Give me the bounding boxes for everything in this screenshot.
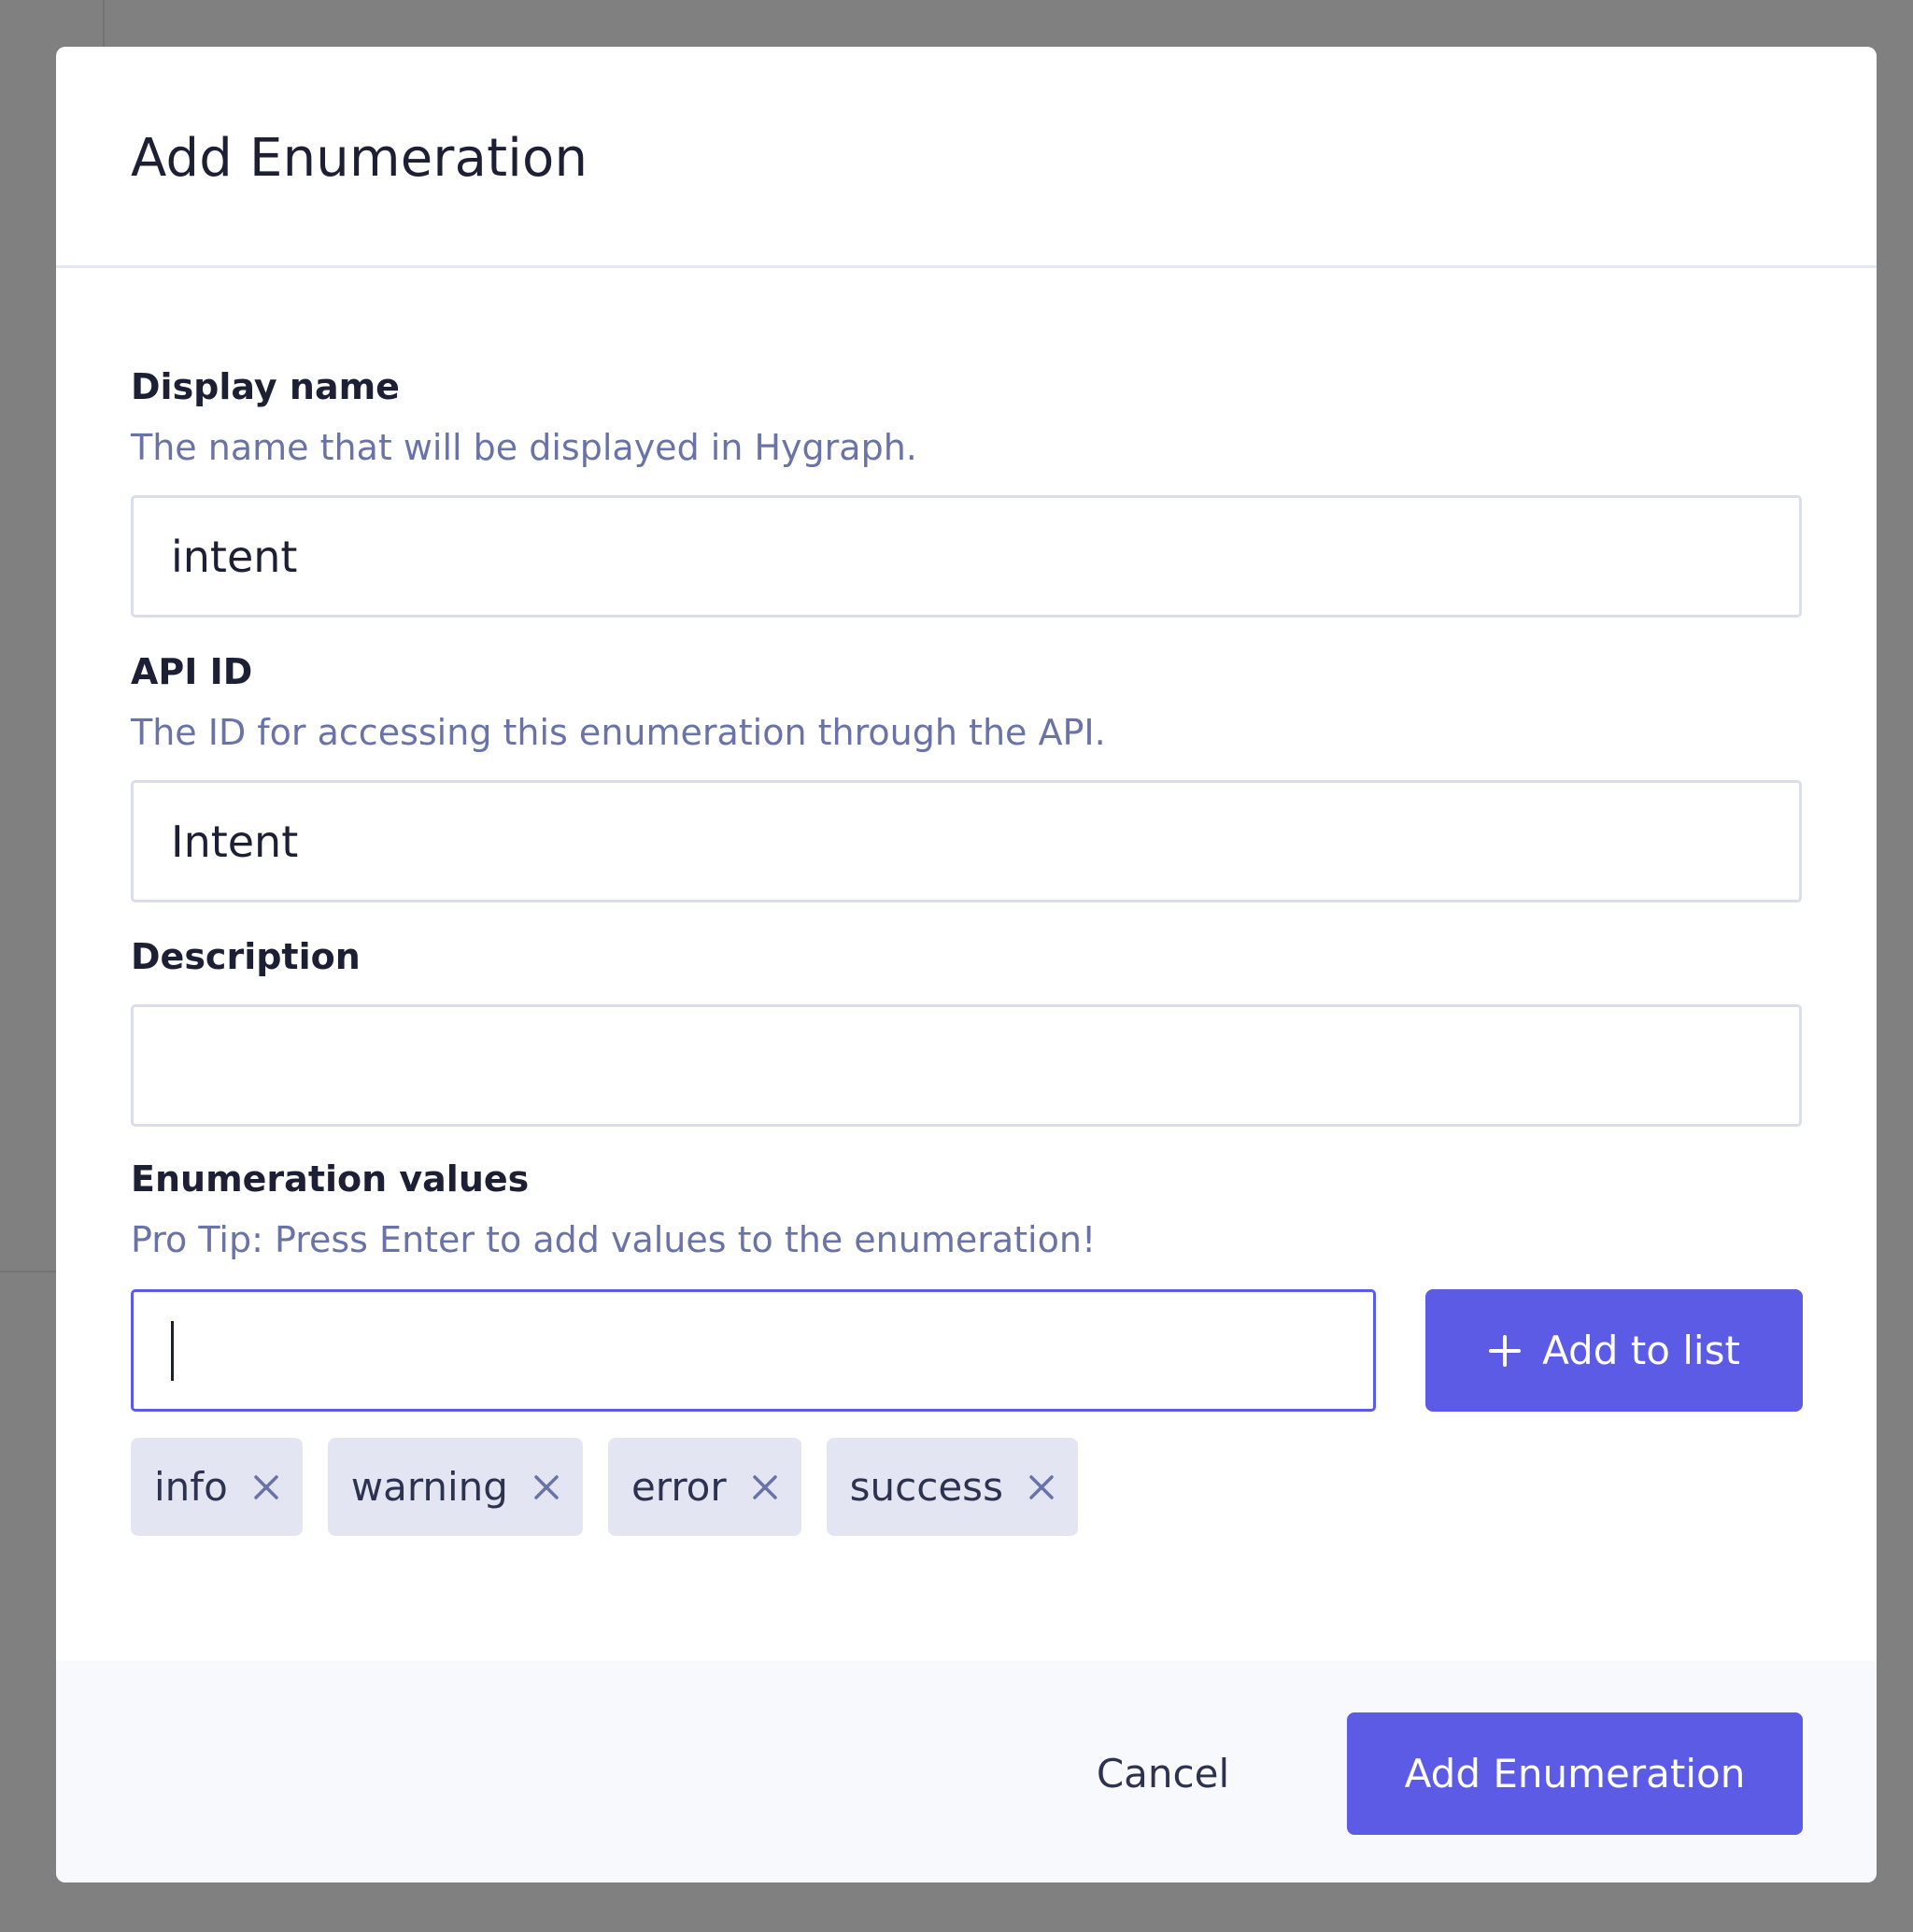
enumeration-value-input[interactable] bbox=[131, 1289, 1376, 1412]
plus-icon bbox=[1489, 1334, 1522, 1367]
close-icon[interactable] bbox=[1027, 1473, 1056, 1501]
background-divider bbox=[103, 0, 105, 47]
dialog-title: Add Enumeration bbox=[131, 128, 588, 189]
api-id-input[interactable]: Intent bbox=[131, 780, 1802, 902]
close-icon[interactable] bbox=[532, 1473, 560, 1501]
display-name-input[interactable]: intent bbox=[131, 495, 1802, 618]
enum-value-tag: success bbox=[826, 1438, 1078, 1536]
enum-value-tag: warning bbox=[327, 1438, 583, 1536]
enum-value-tag: error bbox=[607, 1438, 801, 1536]
display-name-help: The name that will be displayed in Hygra… bbox=[131, 427, 917, 468]
add-enumeration-dialog: Add Enumeration Display name The name th… bbox=[56, 47, 1877, 1882]
close-icon[interactable] bbox=[252, 1473, 280, 1501]
add-to-list-label: Add to list bbox=[1542, 1328, 1740, 1373]
display-name-label: Display name bbox=[131, 366, 400, 407]
add-enumeration-button[interactable]: Add Enumeration bbox=[1347, 1712, 1803, 1835]
close-icon[interactable] bbox=[751, 1473, 779, 1501]
enum-value-label: success bbox=[849, 1464, 1003, 1510]
description-input[interactable] bbox=[131, 1004, 1802, 1127]
enumeration-values-label: Enumeration values bbox=[131, 1158, 530, 1200]
add-to-list-button[interactable]: Add to list bbox=[1425, 1289, 1803, 1412]
text-caret bbox=[171, 1320, 174, 1381]
api-id-help: The ID for accessing this enumeration th… bbox=[131, 712, 1106, 753]
enum-value-label: warning bbox=[350, 1464, 508, 1510]
enum-value-label: info bbox=[154, 1464, 228, 1510]
dialog-header: Add Enumeration bbox=[56, 47, 1877, 268]
api-id-value: Intent bbox=[171, 816, 299, 867]
cancel-button[interactable]: Cancel bbox=[1070, 1712, 1256, 1835]
api-id-label: API ID bbox=[131, 651, 253, 692]
enum-value-tag: info bbox=[131, 1438, 303, 1536]
dialog-footer: Cancel Add Enumeration bbox=[56, 1661, 1877, 1882]
enumeration-values-help: Pro Tip: Press Enter to add values to th… bbox=[131, 1219, 1097, 1260]
enumeration-value-list: info warning error success bbox=[131, 1438, 1078, 1536]
description-label: Description bbox=[131, 936, 361, 977]
display-name-value: intent bbox=[171, 531, 298, 582]
background-divider bbox=[0, 1271, 56, 1272]
enum-value-label: error bbox=[631, 1464, 727, 1510]
